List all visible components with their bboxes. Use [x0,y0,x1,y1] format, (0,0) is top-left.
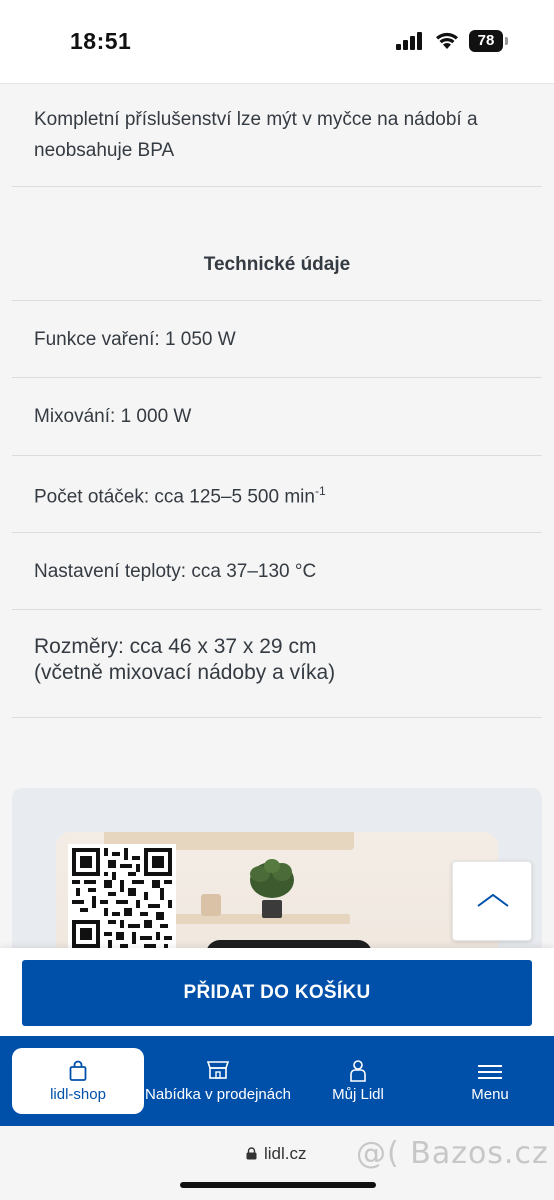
shopping-bag-icon [69,1060,87,1081]
nav-item-my-lidl[interactable]: Můj Lidl [292,1048,424,1114]
nav-item-label: Můj Lidl [332,1086,384,1103]
add-to-cart-button[interactable]: PŘIDAT DO KOŠÍKU [22,960,532,1026]
description-text: Kompletní příslušenství lze mýt v myčce … [34,109,478,161]
wifi-icon [436,32,458,49]
user-icon [350,1060,366,1082]
status-time: 18:51 [70,28,132,54]
spec-row-temperature: Nastavení teploty: cca 37–130 °C [34,561,317,582]
nav-item-offers[interactable]: Nabídka v prodejnách [144,1048,292,1114]
nav-item-label: Menu [471,1086,509,1103]
mug [201,894,221,916]
divider [12,609,542,610]
status-bar: 18:51 78 [0,0,554,84]
add-to-cart-bar: PŘIDAT DO KOŠÍKU [0,948,554,1038]
browser-address-bar: lidl.cz @( Bazos.cz [0,1126,554,1200]
divider [12,532,542,533]
plant-pot [262,900,282,918]
spec-row-dimensions-line2: (včetně mixovací nádoby a víka) [34,661,336,684]
battery-icon: 78 [469,30,509,52]
url-text[interactable]: lidl.cz [264,1144,307,1164]
divider [12,377,542,378]
spec-row-speed-text: Počet otáček: cca 125–5 500 min [34,486,315,508]
scroll-to-top-button[interactable] [452,861,532,941]
nav-item-label: lidl-shop [50,1086,106,1103]
qr-code [68,844,176,952]
watermark: @( Bazos.cz [356,1136,549,1171]
store-icon [206,1061,230,1079]
section-title: Technické údaje [203,254,351,275]
spec-row-mixing-power: Mixování: 1 000 W [34,406,192,427]
battery-level: 78 [469,30,503,52]
divider [12,300,542,301]
spec-row-dimensions-line1: Rozměry: cca 46 x 37 x 29 cm [34,635,317,658]
spec-row-speed: Počet otáček: cca 125–5 500 min-1 [34,484,534,508]
home-indicator [180,1182,376,1188]
chevron-up-icon [477,893,509,907]
plant-icon [250,859,294,898]
bottom-navigation: lidl-shop Nabídka v prodejnách Můj Lidl … [0,1036,554,1126]
divider [12,717,542,718]
nav-item-lidl-shop[interactable]: lidl-shop [12,1048,144,1114]
spec-row-cooking-power: Funkce vaření: 1 050 W [34,329,236,350]
divider [12,455,542,456]
lock-icon [246,1147,257,1160]
spec-row-speed-exponent: -1 [314,484,326,498]
nav-item-menu[interactable]: Menu [424,1048,554,1114]
nav-item-label: Nabídka v prodejnách [145,1086,291,1103]
cellular-signal-icon [396,32,422,50]
hamburger-menu-icon [478,1065,502,1079]
divider [12,186,542,187]
spec-row-dimensions: Rozměry: cca 46 x 37 x 29 cm (včetně mix… [34,634,534,686]
